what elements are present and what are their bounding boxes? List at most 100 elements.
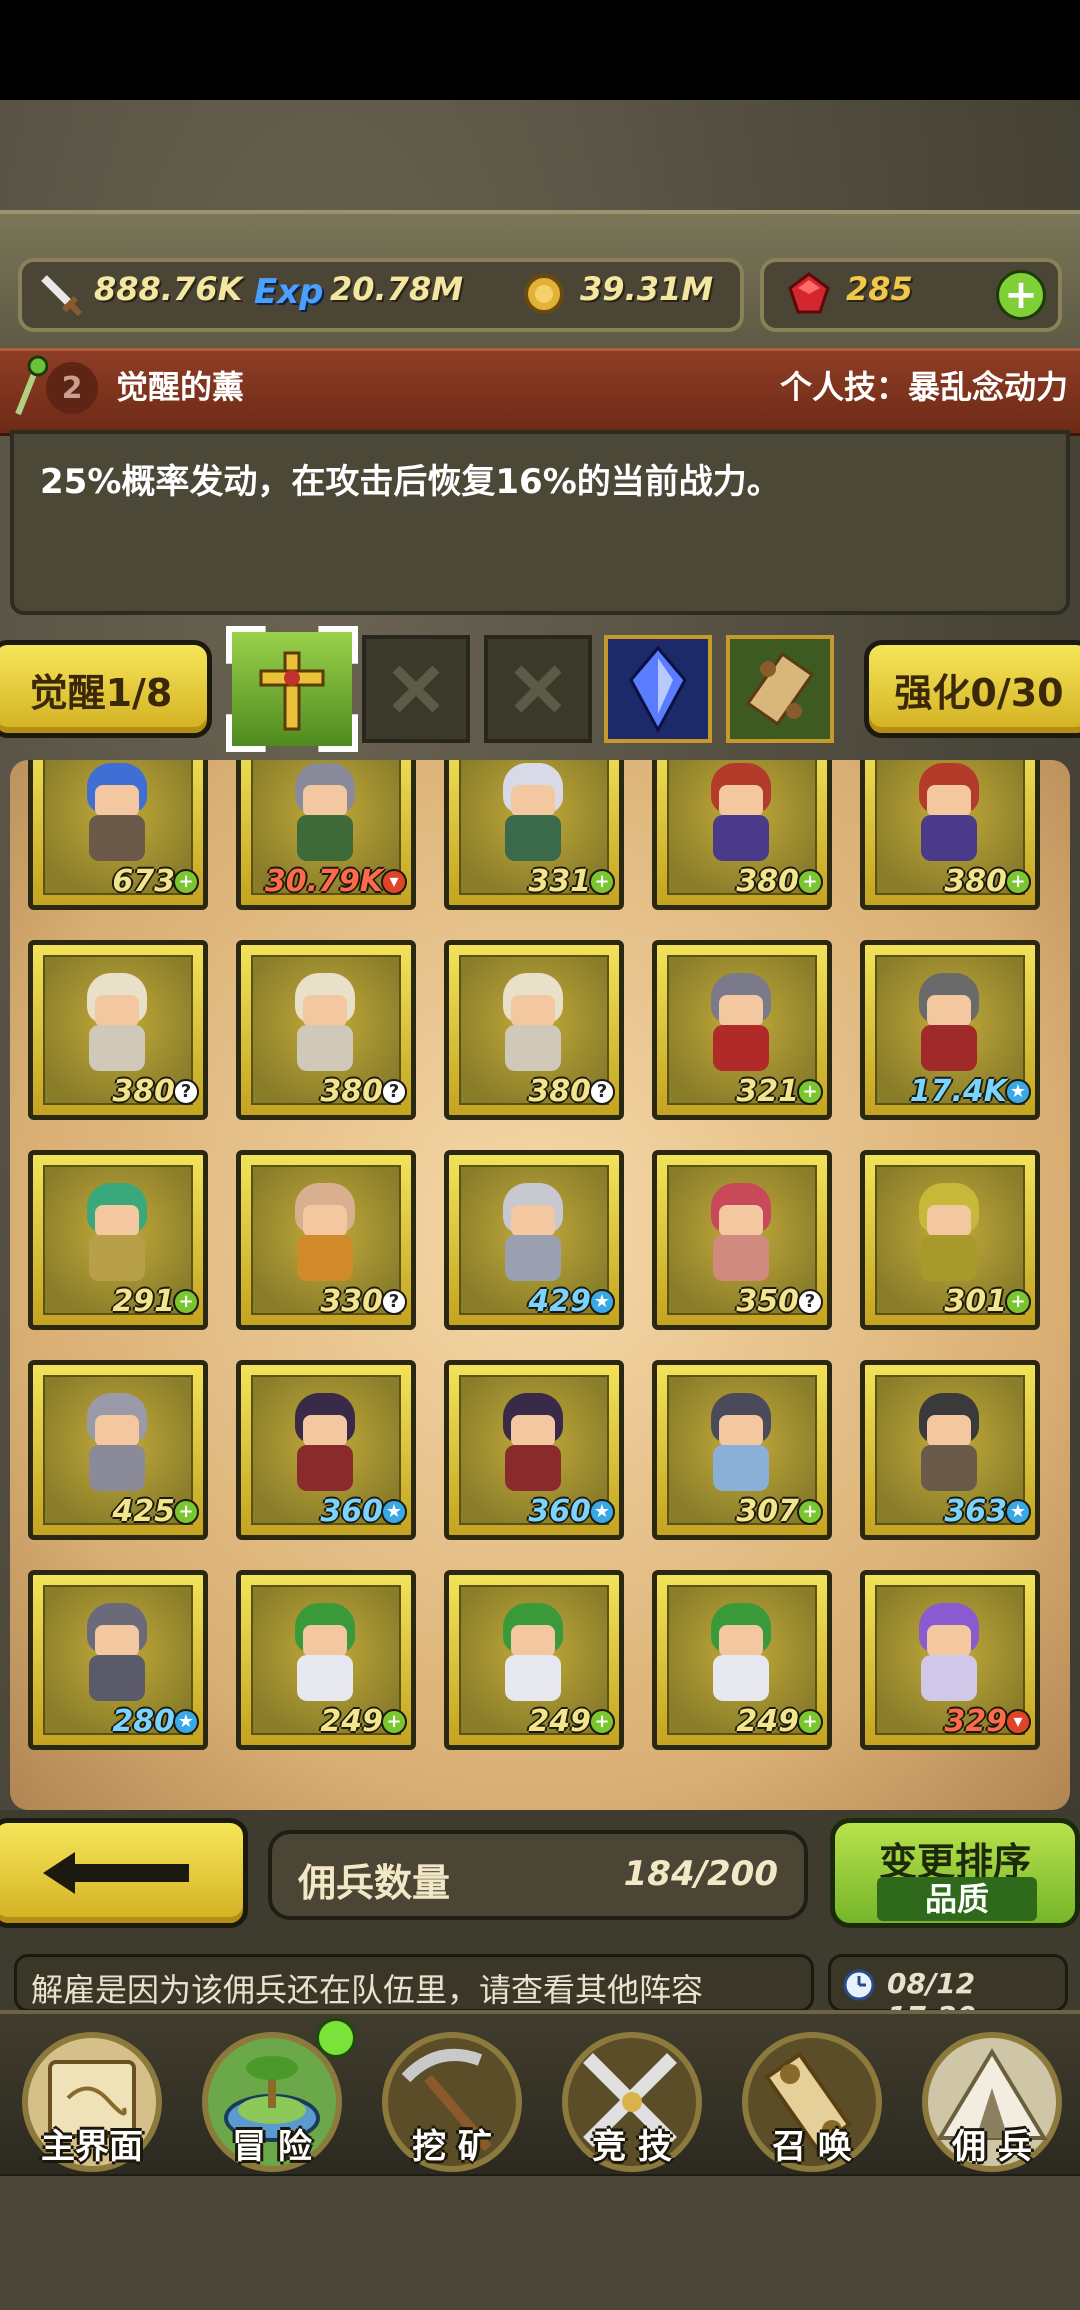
mercenary-power: 380: [736, 864, 799, 899]
bottom-nav: 主界面 冒 险 挖 矿 竞 技 召 唤 佣 兵: [0, 2010, 1080, 2180]
mercenary-sprite: [489, 760, 577, 867]
mercenary-card[interactable]: 280 ★: [28, 1570, 208, 1750]
mercenary-sprite: [73, 760, 161, 867]
mercenary-card[interactable]: 249 +: [652, 1570, 832, 1750]
mercenary-card[interactable]: 321 +: [652, 940, 832, 1120]
mercenary-card[interactable]: 301 +: [860, 1150, 1040, 1330]
down-arrow-icon: ▾: [381, 869, 407, 895]
sort-button[interactable]: 变更排序 品质: [830, 1818, 1080, 1928]
mercenary-power: 380: [528, 1074, 591, 1109]
nav-home-label: 主界面: [41, 2127, 143, 2167]
mercenary-sprite: [281, 1177, 369, 1287]
back-button[interactable]: [0, 1818, 248, 1928]
mercenary-sprite: [697, 1177, 785, 1287]
mercenary-count-value: 184/200: [623, 1854, 778, 1894]
mercenary-power: 249: [528, 1704, 591, 1739]
mercenary-card[interactable]: 330?: [236, 1150, 416, 1330]
nav-home[interactable]: 主界面: [4, 2024, 180, 2174]
mercenary-card[interactable]: 380?: [28, 940, 208, 1120]
nav-adventure-label: 冒 险: [232, 2127, 312, 2167]
nav-mercenary[interactable]: 佣 兵: [904, 2024, 1080, 2174]
mercenary-power: 280: [112, 1704, 175, 1739]
question-icon: ?: [381, 1079, 407, 1105]
blue-crystal-icon: [629, 645, 687, 734]
mercenary-sprite: [905, 1387, 993, 1497]
ruby-gem-icon: [784, 268, 834, 318]
mercenary-card[interactable]: 380 +: [652, 760, 832, 910]
mercenary-card[interactable]: 360 ★: [444, 1360, 624, 1540]
nav-mining[interactable]: 挖 矿: [364, 2024, 540, 2174]
scroll-icon: [745, 652, 815, 726]
mercenary-sprite: [73, 1597, 161, 1707]
gold-coin-icon: [520, 270, 568, 318]
mercenary-card[interactable]: 249 +: [444, 1570, 624, 1750]
nav-adventure[interactable]: 冒 险: [184, 2018, 360, 2174]
mercenary-sprite: [489, 1177, 577, 1287]
mercenary-card[interactable]: 249 +: [236, 1570, 416, 1750]
mercenary-card[interactable]: 380?: [444, 940, 624, 1120]
down-arrow-icon: ▾: [1005, 1709, 1031, 1735]
mercenary-sprite: [905, 1177, 993, 1287]
mercenary-sprite: [73, 1177, 161, 1287]
nav-mining-label: 挖 矿: [412, 2127, 492, 2167]
mercenary-card[interactable]: 673 +: [28, 760, 208, 910]
mercenary-sprite: [281, 967, 369, 1077]
nav-arena[interactable]: 竞 技: [544, 2024, 720, 2174]
mercenary-card[interactable]: 360 ★: [236, 1360, 416, 1540]
message-bar: 解雇是因为该佣兵还在队伍里，请查看其他阵容: [14, 1954, 814, 2012]
mercenary-power: 249: [320, 1704, 383, 1739]
mercenary-power: 360: [528, 1494, 591, 1529]
mercenary-card[interactable]: 363 ★: [860, 1360, 1040, 1540]
plus-icon: +: [173, 869, 199, 895]
star-icon: ★: [589, 1499, 615, 1525]
mercenary-card[interactable]: 331 +: [444, 760, 624, 910]
question-icon: ?: [797, 1289, 823, 1315]
enhance-button[interactable]: 强化0/30: [864, 640, 1080, 738]
mercenary-card[interactable]: 380?: [236, 940, 416, 1120]
nav-arena-label: 竞 技: [592, 2127, 672, 2167]
mercenary-card[interactable]: 291 +: [28, 1150, 208, 1330]
clock-icon: [841, 1967, 877, 2003]
mercenary-card[interactable]: 307 +: [652, 1360, 832, 1540]
scroll-slot[interactable]: [726, 635, 834, 743]
add-gems-button[interactable]: +: [996, 270, 1046, 320]
mercenary-card[interactable]: 329 ▾: [860, 1570, 1040, 1750]
mercenary-sprite: [281, 760, 369, 867]
holy-cross-icon: [242, 640, 342, 740]
sword-icon: [34, 268, 84, 318]
awaken-slot-locked-1: [362, 635, 470, 743]
nav-summon[interactable]: 召 唤: [724, 2024, 900, 2174]
plus-icon: +: [589, 1709, 615, 1735]
skill-level-badge: 2: [46, 362, 98, 414]
mercenary-card[interactable]: 425 +: [28, 1360, 208, 1540]
awaken-slot-locked-2: [484, 635, 592, 743]
mercenary-power: 350: [736, 1284, 799, 1319]
mercenary-card[interactable]: 350?: [652, 1150, 832, 1330]
mercenary-power: 30.79K: [264, 864, 383, 899]
x-mark-icon: [514, 665, 562, 713]
mercenary-card[interactable]: 30.79K ▾: [236, 760, 416, 910]
mercenary-power: 331: [528, 864, 591, 899]
mercenary-power: 321: [736, 1074, 799, 1109]
awaken-slot-active[interactable]: [226, 626, 358, 752]
mercenary-sprite: [697, 1597, 785, 1707]
mercenary-count-panel: 佣兵数量 184/200: [268, 1830, 808, 1920]
mercenary-sprite: [73, 967, 161, 1077]
mercenary-power: 425: [112, 1494, 175, 1529]
mercenary-card[interactable]: 429 ★: [444, 1150, 624, 1330]
skill-staff-icon: [6, 352, 50, 418]
plus-icon: +: [797, 869, 823, 895]
crystal-slot[interactable]: [604, 635, 712, 743]
mercenary-power: 329: [944, 1704, 1007, 1739]
mercenary-sprite: [905, 760, 993, 867]
star-icon: ★: [1005, 1079, 1031, 1105]
exp-icon: Exp: [254, 272, 324, 312]
hero-name: 觉醒的薰: [116, 368, 245, 406]
mercenary-count-label: 佣兵数量: [298, 1861, 451, 1905]
plus-icon: +: [797, 1709, 823, 1735]
mercenary-card[interactable]: 17.4K ★: [860, 940, 1040, 1120]
mercenary-card[interactable]: 380 +: [860, 760, 1040, 910]
awaken-button[interactable]: 觉醒1/8: [0, 640, 212, 738]
plus-icon: +: [797, 1499, 823, 1525]
skill-description: 25%概率发动，在攻击后恢复16%的当前战力。: [40, 462, 781, 502]
